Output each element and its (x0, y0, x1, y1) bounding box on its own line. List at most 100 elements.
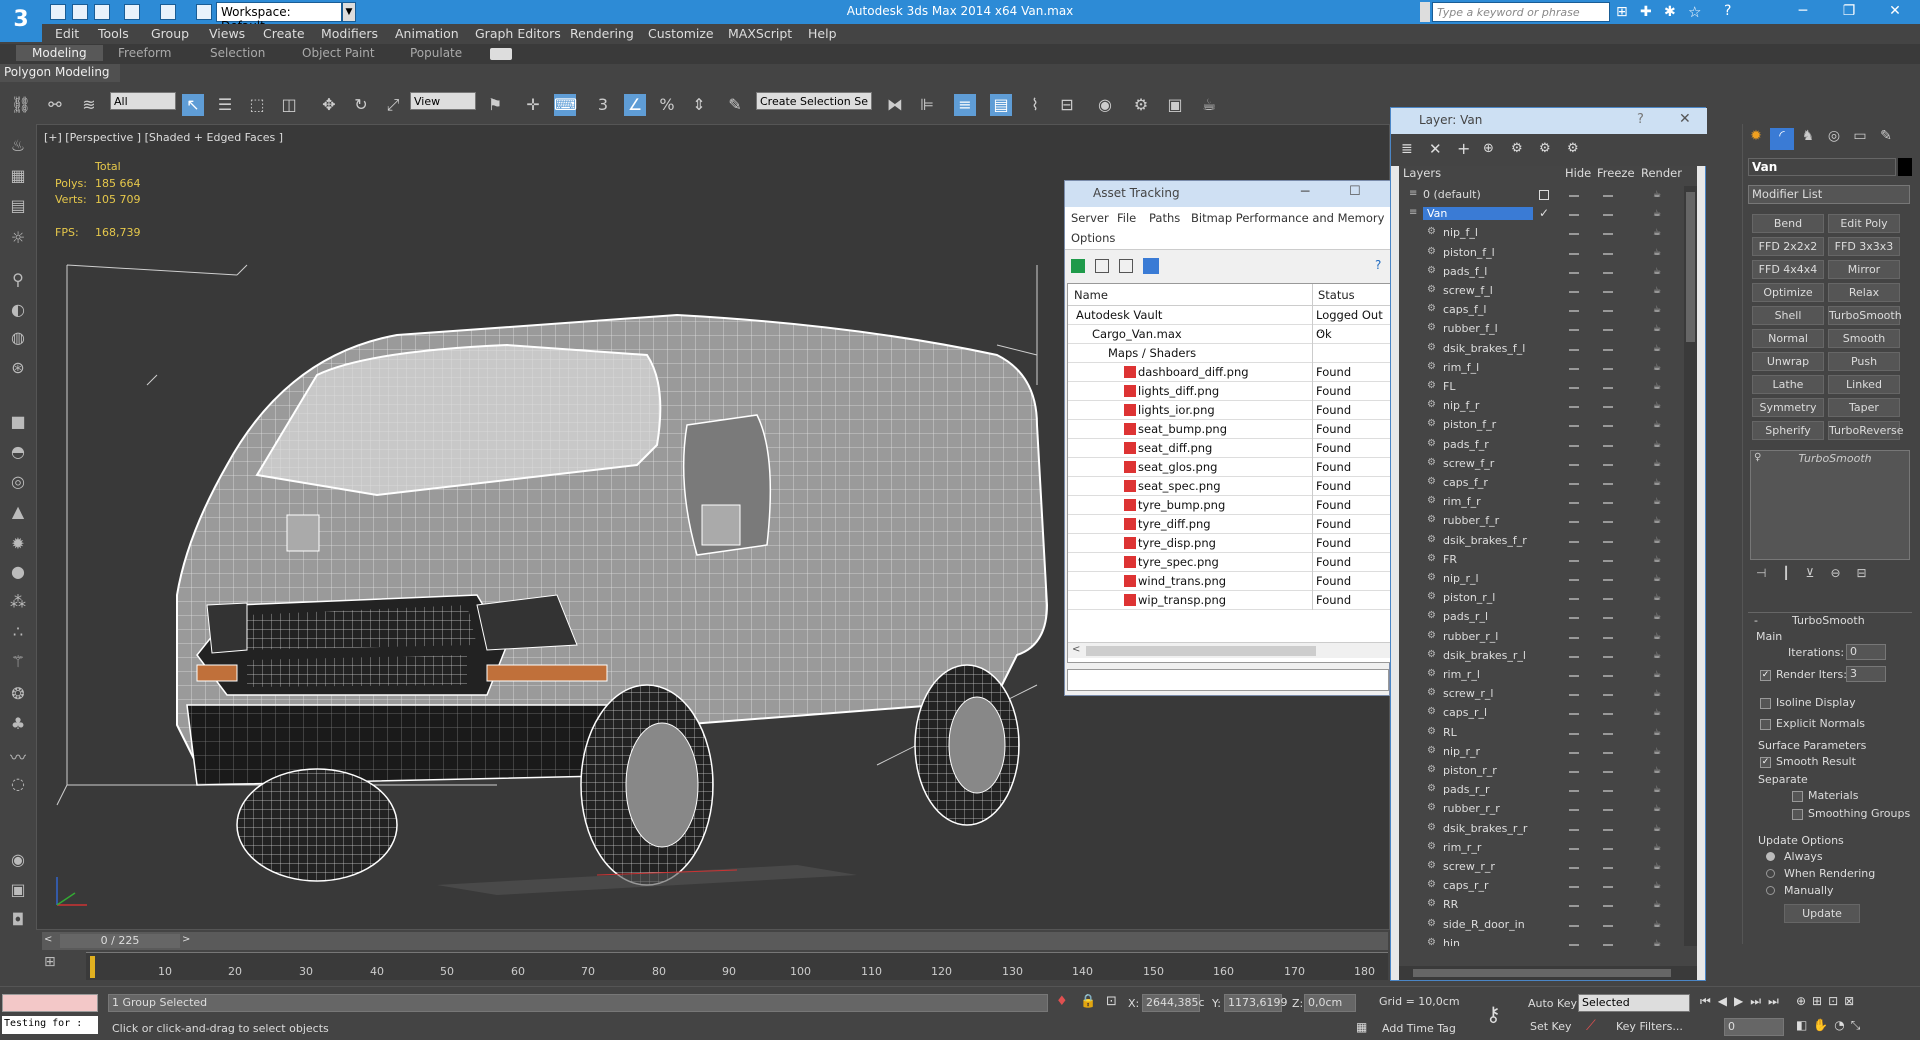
angle-snap-icon[interactable]: ∠ (624, 94, 646, 116)
noise-icon[interactable]: ⁂ (6, 592, 30, 614)
tab-modeling[interactable]: Modeling (16, 45, 103, 61)
render-teapot-icon[interactable]: ☕ (1653, 209, 1663, 219)
material-editor-icon[interactable]: ◉ (1094, 94, 1116, 116)
asset-minimize-button[interactable]: ─ (1301, 184, 1309, 200)
render-teapot-icon[interactable]: ☕ (1653, 670, 1663, 680)
help-icon[interactable]: ? (1724, 3, 1731, 19)
hide-toggle[interactable] (1569, 713, 1579, 716)
menu-edit[interactable]: Edit (55, 26, 79, 41)
hide-toggle[interactable] (1569, 809, 1579, 812)
asset-menu-file[interactable]: File (1117, 211, 1136, 225)
close-button[interactable]: ✕ (1872, 0, 1918, 24)
object-row[interactable]: ⚙ dsik_brakes_f_r ☕ (1399, 532, 1684, 551)
ribbon-panel-polygon-modeling[interactable]: Polygon Modeling (0, 64, 120, 82)
object-row[interactable]: ⚙ rubber_f_l ☕ (1399, 320, 1684, 339)
add-to-layer-icon[interactable]: + (1457, 139, 1470, 158)
viewport-nav-icons[interactable]: ⊕⊞⊡⊠ (1796, 994, 1860, 1008)
hide-toggle[interactable] (1569, 310, 1579, 313)
search-collapse-icon[interactable] (1420, 2, 1430, 22)
freeze-toggle[interactable] (1603, 502, 1613, 505)
scale-icon[interactable]: ⤢ (382, 94, 404, 116)
bind-spacewarp-icon[interactable]: ≋ (78, 94, 100, 116)
render-teapot-icon[interactable]: ☕ (1653, 593, 1663, 603)
asset-tracking-title[interactable]: Asset Tracking (1065, 181, 1391, 207)
menu-customize[interactable]: Customize (648, 26, 714, 41)
object-row[interactable]: ⚙ FL ☕ (1399, 378, 1684, 397)
key-filters-button[interactable]: Key Filters... (1616, 1020, 1683, 1033)
render-teapot-icon[interactable]: ☕ (1653, 766, 1663, 776)
selection-lock-icon[interactable]: 🔒 (1080, 994, 1096, 1009)
scroll-left-icon[interactable]: < (1072, 644, 1080, 655)
asset-row[interactable]: seat_diff.png Found (1068, 439, 1390, 458)
hide-toggle[interactable] (1569, 271, 1579, 274)
asset-row[interactable]: tyre_bump.png Found (1068, 496, 1390, 515)
freeze-toggle[interactable] (1603, 214, 1613, 217)
hair-fur-icon[interactable]: 〰 (6, 744, 30, 767)
scroll-thumb[interactable] (1086, 646, 1316, 656)
rotate-icon[interactable]: ↻ (350, 94, 372, 116)
turbosmooth-rollout-title[interactable]: TurboSmooth (1792, 614, 1865, 627)
hide-toggle[interactable] (1569, 463, 1579, 466)
align-icon[interactable]: ⊫ (916, 94, 938, 116)
maxscript-output[interactable]: Testing for : (2, 1016, 98, 1034)
object-row[interactable]: ⚙ side_R_door_in ☕ (1399, 916, 1684, 935)
tab-object-paint[interactable]: Object Paint (302, 46, 375, 60)
viewport-layout-icon[interactable]: ▦ (6, 166, 30, 188)
percent-snap-icon[interactable]: % (656, 94, 678, 116)
hide-toggle[interactable] (1569, 617, 1579, 620)
render-teapot-icon[interactable]: ☕ (1653, 382, 1663, 392)
calculator-icon[interactable]: ▤ (6, 196, 30, 218)
time-prev-icon[interactable]: < (44, 934, 56, 948)
video-icon[interactable]: ⊛ (6, 358, 30, 380)
object-row[interactable]: ⚙ dsik_brakes_r_r ☕ (1399, 820, 1684, 839)
render-teapot-icon[interactable]: ☕ (1653, 344, 1663, 354)
render-teapot-icon[interactable]: ☕ (1653, 420, 1663, 430)
object-row[interactable]: ⚙ piston_r_l ☕ (1399, 589, 1684, 608)
curve-editor-icon[interactable]: ⌇ (1024, 94, 1046, 116)
object-row[interactable]: ⚙ rim_r_r ☕ (1399, 839, 1684, 858)
highlight-layer-icon[interactable]: ⚙ (1511, 141, 1523, 156)
render-iters-spinner[interactable]: 3 (1846, 666, 1886, 682)
graphite-toolset-icon[interactable]: ▤ (990, 94, 1012, 116)
render-teapot-icon[interactable]: ☕ (1653, 632, 1663, 642)
hide-toggle[interactable] (1569, 444, 1579, 447)
hide-toggle[interactable] (1569, 579, 1579, 581)
modifier-button[interactable]: Optimize (1752, 283, 1824, 302)
modifier-button[interactable]: Shell (1752, 306, 1824, 325)
motion-tab-icon[interactable]: ◎ (1822, 128, 1846, 150)
key-icon[interactable]: ⚷ (1486, 1002, 1501, 1026)
render-teapot-icon[interactable]: ☕ (1653, 516, 1663, 526)
modifier-button[interactable]: Normal (1752, 329, 1824, 348)
camera-icon[interactable]: ◐ (6, 300, 30, 322)
layer-row[interactable]: ≡ 0 (default) ☕ (1399, 186, 1684, 205)
object-row[interactable]: ⚙ FR ☕ (1399, 551, 1684, 570)
render-teapot-icon[interactable]: ☕ (1653, 900, 1663, 910)
modifier-button[interactable]: Mirror (1828, 260, 1900, 279)
menu-graph-editors[interactable]: Graph Editors (475, 26, 561, 41)
search-input[interactable]: Type a keyword or phrase (1432, 2, 1610, 22)
spinner-snap-icon[interactable]: ⇕ (688, 94, 710, 116)
asset-menu-options[interactable]: Options (1071, 231, 1115, 245)
asset-row[interactable]: lights_ior.png Found (1068, 401, 1390, 420)
render-production-icon[interactable]: ☕ (1198, 94, 1220, 116)
render-teapot-icon[interactable]: ☕ (1653, 401, 1663, 411)
current-layer-box[interactable] (1539, 190, 1549, 200)
torus-icon[interactable]: ◎ (6, 472, 30, 494)
render-frame-icon[interactable]: ◘ (6, 910, 30, 932)
hide-toggle[interactable] (1569, 694, 1579, 697)
rollout-collapse-icon[interactable]: - (1754, 614, 1758, 627)
absolute-mode-icon[interactable]: ⊡ (1106, 994, 1117, 1009)
window-crossing-icon[interactable]: ◫ (278, 94, 300, 116)
tab-freeform[interactable]: Freeform (118, 46, 171, 60)
asset-row[interactable]: Cargo_Van.max Ok (1068, 325, 1390, 344)
freeze-toggle[interactable] (1603, 886, 1613, 889)
grid-view-icon[interactable] (1143, 258, 1159, 274)
object-row[interactable]: ⚙ rubber_r_r ☕ (1399, 800, 1684, 819)
modifier-stack[interactable] (1750, 450, 1910, 560)
light-icon[interactable]: ☼ (6, 228, 30, 250)
hide-toggle[interactable] (1569, 195, 1579, 197)
hide-toggle[interactable] (1569, 367, 1579, 370)
freeze-toggle[interactable] (1603, 847, 1613, 850)
col-hide[interactable]: Hide (1565, 166, 1591, 186)
modifier-button[interactable]: TurboSmooth (1828, 306, 1902, 325)
